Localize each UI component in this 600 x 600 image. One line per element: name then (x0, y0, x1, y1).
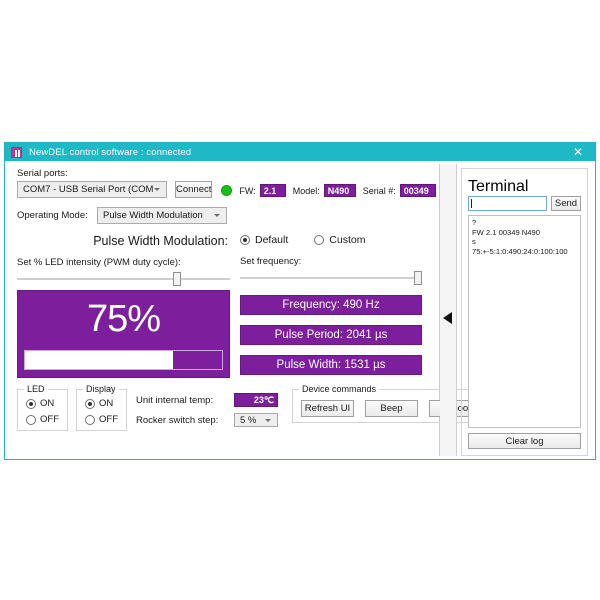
terminal-group: Terminal Send ? FW 2.1 00349 N490 s 75:+… (461, 168, 588, 456)
radio-icon (26, 414, 36, 425)
app-icon (11, 146, 22, 158)
slider-thumb[interactable] (172, 272, 181, 286)
serial-port-select[interactable]: COM7 - USB Serial Port (COM7) (17, 181, 167, 198)
intensity-label: Set % LED intensity (PWM duty cycle): (17, 257, 181, 268)
radio-icon (85, 398, 95, 409)
close-icon[interactable]: ✕ (565, 143, 591, 161)
radio-display-on[interactable]: ON (85, 398, 118, 409)
connect-button[interactable]: Connect (175, 181, 213, 198)
beep-button[interactable]: Beep (365, 400, 418, 417)
window-title: NewDEL control software : connected (29, 146, 192, 158)
rocker-step-select[interactable]: 5 % (234, 413, 278, 427)
device-commands-title: Device commands (299, 384, 380, 394)
slider-thumb[interactable] (414, 271, 422, 285)
intensity-slider[interactable] (17, 272, 230, 286)
display-on-label: ON (99, 398, 114, 409)
led-off-label: OFF (40, 414, 59, 425)
unit-temp-value: 23℃ (234, 393, 278, 407)
title-bar: NewDEL control software : connected ✕ (5, 143, 595, 161)
radio-icon (240, 235, 250, 245)
slider-track (17, 278, 230, 280)
led-radio-list: ON OFF (26, 398, 59, 425)
display-off-label: OFF (99, 414, 118, 425)
pulse-period-button[interactable]: Pulse Period: 2041 µs (240, 325, 422, 345)
bottom-controls-row: LED ON OFF Display ON OFF Unit internal … (17, 384, 491, 433)
chevron-down-icon (154, 188, 160, 191)
pwm-left-column: Pulse Width Modulation: Set % LED intens… (17, 234, 230, 378)
chevron-down-icon (214, 214, 220, 217)
set-frequency-label: Set frequency: (240, 256, 302, 267)
fw-value: 2.1 (259, 184, 286, 197)
operating-mode-value: Pulse Width Modulation (103, 210, 203, 221)
terminal-input[interactable] (468, 196, 547, 211)
frequency-button[interactable]: Frequency: 490 Hz (240, 295, 422, 315)
serial-ports-label: Serial ports: (17, 168, 68, 179)
pwm-area: Pulse Width Modulation: Set % LED intens… (17, 234, 434, 378)
operating-mode-select[interactable]: Pulse Width Modulation (97, 207, 227, 224)
operating-mode-label: Operating Mode: (17, 210, 88, 221)
application-window: NewDEL control software : connected ✕ Se… (4, 142, 596, 460)
duty-cycle-bar-fill (25, 351, 173, 369)
radio-led-on[interactable]: ON (26, 398, 59, 409)
connection-status-icon (221, 185, 233, 196)
operating-mode-row: Operating Mode: Pulse Width Modulation (17, 207, 434, 224)
collapse-left-icon[interactable] (443, 312, 452, 324)
duty-cycle-display: 75% (17, 290, 230, 378)
terminal-title: Terminal (468, 178, 529, 195)
radio-led-off[interactable]: OFF (26, 414, 59, 425)
fw-label: FW: (239, 185, 256, 196)
display-group: Display ON OFF (76, 384, 127, 431)
display-radio-list: ON OFF (85, 398, 118, 425)
led-group: LED ON OFF (17, 384, 68, 431)
send-button[interactable]: Send (551, 196, 581, 211)
terminal-log[interactable]: ? FW 2.1 00349 N490 s 75:+-5:1:0:490:24:… (468, 215, 581, 428)
main-panel: Serial ports: COM7 - USB Serial Port (CO… (8, 164, 491, 456)
duty-cycle-value: 75% (86, 298, 161, 340)
frequency-mode-radios: Default Custom (240, 234, 422, 246)
serial-port-value: COM7 - USB Serial Port (COM7) (23, 184, 154, 195)
radio-icon (26, 398, 36, 409)
radio-display-off[interactable]: OFF (85, 414, 118, 425)
refresh-ui-button[interactable]: Refresh UI (301, 400, 354, 417)
radio-frequency-custom[interactable]: Custom (314, 234, 365, 246)
chevron-down-icon (265, 418, 271, 422)
rocker-step-row: Rocker switch step: 5 % (136, 413, 278, 427)
frequency-slider[interactable] (240, 271, 422, 285)
led-on-label: ON (40, 398, 55, 409)
led-group-title: LED (24, 384, 48, 394)
radio-custom-label: Custom (329, 234, 366, 246)
window-body: Serial ports: COM7 - USB Serial Port (CO… (5, 161, 595, 459)
duty-cycle-bar (24, 350, 223, 370)
terminal-input-row: Send (468, 196, 581, 211)
unit-settings-block: Unit internal temp: 23℃ Rocker switch st… (136, 393, 278, 433)
slider-track (240, 277, 422, 279)
radio-default-label: Default (255, 234, 289, 246)
model-value: N490 (323, 184, 356, 197)
connection-row: Serial ports: COM7 - USB Serial Port (CO… (17, 168, 436, 198)
model-label: Model: (292, 185, 320, 196)
radio-frequency-default[interactable]: Default (240, 234, 288, 246)
serial-number-label: Serial #: (362, 185, 396, 196)
serial-number-value: 00349 (399, 184, 436, 197)
radio-icon (85, 414, 95, 425)
serial-port-block: Serial ports: COM7 - USB Serial Port (CO… (17, 168, 167, 198)
radio-icon (314, 235, 325, 245)
unit-temp-label: Unit internal temp: (136, 394, 214, 406)
rocker-step-label: Rocker switch step: (136, 414, 219, 426)
device-info-group: FW: 2.1 Model: N490 Serial #: 00349 (221, 184, 436, 198)
unit-temp-row: Unit internal temp: 23℃ (136, 393, 278, 407)
pulse-width-button[interactable]: Pulse Width: 1531 µs (240, 355, 422, 375)
frequency-column: Default Custom Set frequency: Frequency:… (240, 234, 422, 378)
panel-splitter[interactable] (440, 164, 457, 456)
display-group-title: Display (83, 384, 119, 394)
pwm-heading: Pulse Width Modulation: (93, 234, 228, 248)
clear-log-button[interactable]: Clear log (468, 433, 581, 449)
rocker-step-value: 5 % (240, 414, 257, 426)
terminal-panel: Terminal Send ? FW 2.1 00349 N490 s 75:+… (457, 164, 592, 456)
